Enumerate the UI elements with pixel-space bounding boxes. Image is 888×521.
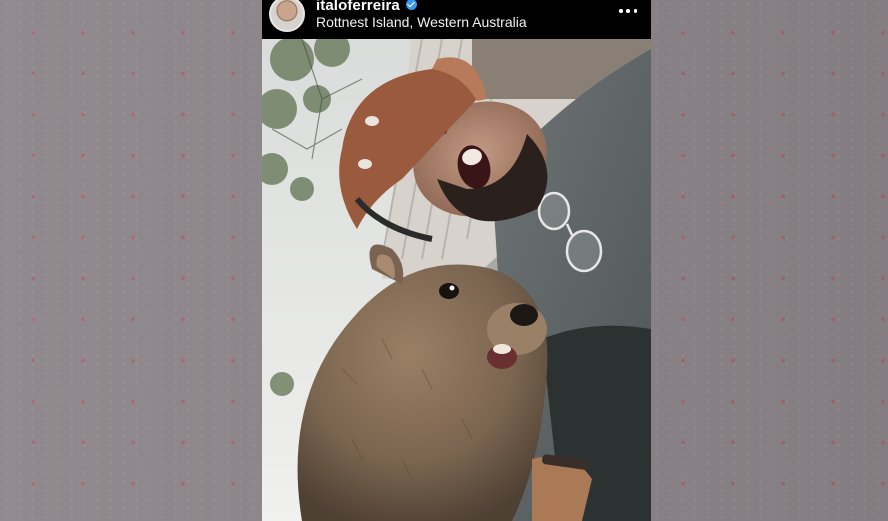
quokka-selfie-image [262, 39, 651, 521]
username[interactable]: italoferreira [316, 0, 400, 14]
more-options-icon[interactable] [619, 4, 637, 18]
username-row: italoferreira [316, 0, 417, 14]
profile-avatar[interactable] [269, 0, 305, 32]
post-header: italoferreira Rottnest Island, Western A… [262, 0, 651, 39]
post-location[interactable]: Rottnest Island, Western Australia [316, 14, 527, 30]
verified-badge-icon [405, 0, 417, 10]
post-photo [262, 39, 651, 521]
instagram-post: italoferreira Rottnest Island, Western A… [262, 0, 651, 521]
